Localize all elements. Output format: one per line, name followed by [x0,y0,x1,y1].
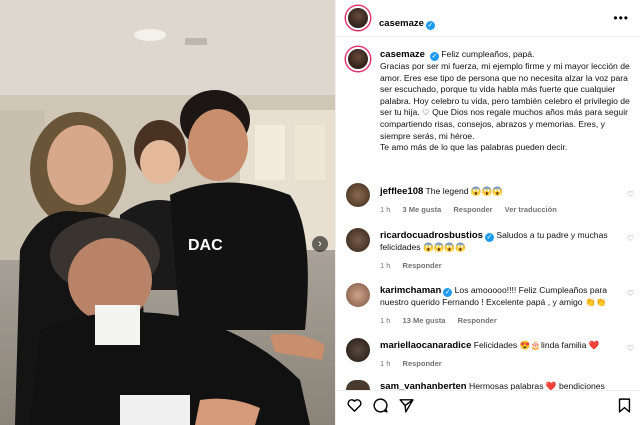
reply-button[interactable]: Responder [453,205,492,214]
verified-icon: ✓ [443,288,453,297]
comment-item: jefflee108 The legend 😱😱😱 1 h 3 Me gusta… [380,186,636,215]
family-photo: DAC [0,0,335,425]
comment-meta: 1 h 13 Me gusta Responder [380,315,636,327]
comment-likes[interactable]: 3 Me gusta [403,205,442,214]
comment-likes[interactable]: 13 Me gusta [403,316,446,325]
post-photo: DAC › [0,0,335,425]
reply-button[interactable]: Responder [403,261,442,270]
comment-avatar[interactable] [346,338,370,362]
caption-avatar[interactable] [346,47,370,71]
action-bar [336,390,640,425]
comment-text: The legend 😱😱😱 [425,186,504,196]
comment-like-icon[interactable]: ♡ [627,344,634,353]
comment-username[interactable]: sam_vanhanberten [380,381,467,390]
more-options-icon[interactable]: ••• [613,11,629,25]
comment-meta: 1 h 3 Me gusta Responder Ver traducción [380,204,636,216]
caption-line-1: Feliz cumpleaños, papá. [441,49,535,59]
caption-line-3: Te amo más de lo que las palabras pueden… [380,142,568,153]
comment-avatar[interactable] [346,380,370,390]
comment-item: karimchaman ✓ Los amooooo!!!! Feliz Cumpl… [380,285,636,326]
post-sidebar: casemaze ✓ ••• casemaze ✓ Feliz cumpleaños… [335,0,640,425]
svg-text:DAC: DAC [188,237,223,254]
comment-avatar[interactable] [346,283,370,307]
author-name-row: casemaze ✓ [379,13,435,31]
comment-like-icon[interactable]: ♡ [627,190,634,199]
comment-text: Felicidades 😍🎂linda familia ❤️ [473,340,600,350]
reply-button[interactable]: Responder [403,359,442,368]
heart-icon[interactable] [346,397,363,414]
comment-avatar[interactable] [346,228,370,252]
verified-icon: ✓ [425,21,435,30]
post-header: casemaze ✓ ••• [336,0,640,37]
comment-time: 1 h [380,260,391,270]
comment-time: 1 h [380,358,391,368]
bookmark-icon[interactable] [616,397,633,414]
caption-line-2: Gracias por ser mi fuerza, mi ejemplo fi… [380,61,630,141]
author-username[interactable]: casemaze [379,18,424,29]
comment-item: mariellaocanaradice Felicidades 😍🎂linda … [380,340,636,369]
verified-icon: ✓ [429,52,439,61]
comment-text: Hermosas palabras ❤️ bendiciones [468,381,605,390]
caption-username[interactable]: casemaze [380,49,425,60]
verified-icon: ✓ [484,233,494,242]
comment-like-icon[interactable]: ♡ [627,289,634,298]
post-caption: casemaze ✓ Feliz cumpleaños, papá. Gracia… [380,49,636,154]
author-avatar[interactable] [346,6,370,30]
comment-item: ricardocuadrosbustios ✓ Saludos a tu padr… [380,230,636,271]
comment-username[interactable]: ricardocuadrosbustios [380,230,483,241]
comment-avatar[interactable] [346,183,370,207]
reply-button[interactable]: Responder [458,316,497,325]
comment-like-icon[interactable]: ♡ [627,234,634,243]
carousel-next-button[interactable]: › [312,236,328,252]
comment-username[interactable]: mariellaocanaradice [380,340,471,351]
comment-username[interactable]: jefflee108 [380,186,423,197]
comment-time: 1 h [380,315,391,325]
comment-meta: 1 h Responder [380,358,636,370]
comment-item: sam_vanhanberten Hermosas palabras ❤️ be… [380,381,636,390]
comment-username[interactable]: karimchaman [380,285,441,296]
comment-icon[interactable] [372,397,389,414]
translate-button[interactable]: Ver traducción [505,205,557,214]
share-icon[interactable] [398,397,415,414]
comment-meta: 1 h Responder [380,260,636,272]
comment-time: 1 h [380,204,391,214]
